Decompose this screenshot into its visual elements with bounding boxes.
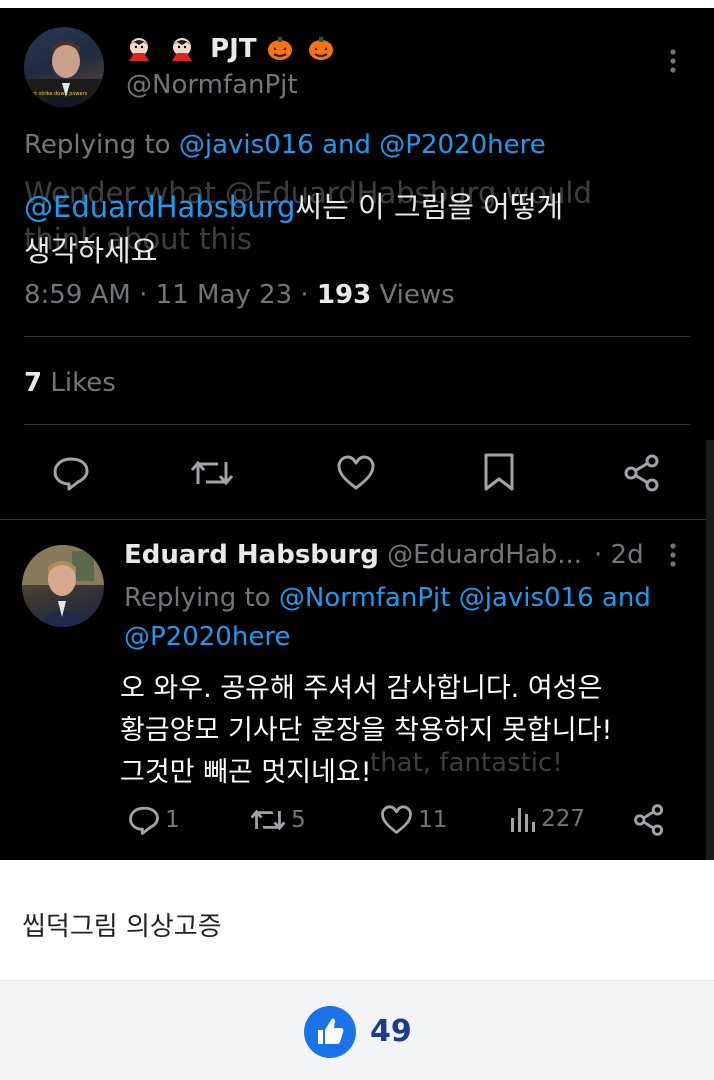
replying-to: Replying to @NormfanPjt @javis016 and <box>124 583 651 613</box>
likes-count: 7 <box>24 368 43 398</box>
reply-icon <box>129 806 159 835</box>
mention-link[interactable]: @javis016 <box>459 583 594 613</box>
divider <box>24 336 690 337</box>
reply-text-line2: 황금양모 기사단 훈장을 착용하지 못합니다! <box>120 715 613 746</box>
share-icon[interactable] <box>632 804 666 840</box>
tweet-meta: 8:59 AM · 11 May 23 · 193 Views <box>24 280 455 310</box>
retweet-count: 5 <box>291 807 306 833</box>
views-count: 227 <box>541 806 585 832</box>
tweet-text-line2: 생각하세요 <box>24 234 158 268</box>
share-icon[interactable] <box>622 454 662 496</box>
and-text: and <box>601 583 651 613</box>
mention-link[interactable]: @NormfanPjt <box>279 583 451 613</box>
retweet-icon[interactable] <box>190 454 234 496</box>
display-name-text: PJT <box>210 34 257 64</box>
vampire-emoji-icon <box>169 35 195 61</box>
tweet-text-rest: 씨는 이 그림을 어떻게 <box>295 190 564 224</box>
timestamp[interactable]: 8:59 AM · 11 May 23 · <box>24 280 317 310</box>
like-button[interactable] <box>304 1006 356 1058</box>
reply-button[interactable]: 1 <box>128 804 180 836</box>
like-count: 11 <box>418 807 448 833</box>
ghost-original-text: that, fantastic! <box>370 748 563 778</box>
views-button[interactable]: 227 <box>508 804 585 836</box>
replying-to: Replying to @javis016 and @P2020here <box>24 130 546 160</box>
reply-text-line1: 오 와우. 공유해 주셔서 감사합니다. 여성은 <box>120 673 603 704</box>
divider <box>24 424 690 425</box>
mention-link[interactable]: @P2020here <box>124 622 290 652</box>
like-button[interactable]: 11 <box>380 804 447 836</box>
top-strip <box>0 0 714 8</box>
display-name[interactable]: PJT <box>126 34 335 64</box>
pumpkin-emoji-icon <box>307 34 335 62</box>
like-icon <box>381 805 412 834</box>
like-icon[interactable] <box>336 454 376 496</box>
reply-text-line3: 그것만 빼곤 멋지네요! <box>120 757 372 788</box>
reply-icon[interactable] <box>52 454 90 496</box>
retweet-button[interactable]: 5 <box>250 804 306 836</box>
mention-link[interactable]: @javis016 <box>179 130 314 160</box>
recommend-bar <box>0 980 714 1080</box>
vampire-emoji-icon <box>126 35 152 61</box>
views-count: 193 <box>316 280 372 310</box>
retweet-icon <box>250 809 286 831</box>
replying-label: Replying to <box>24 130 171 160</box>
likes-summary[interactable]: 7 Likes <box>24 368 116 398</box>
replying-label: Replying to <box>124 583 271 613</box>
reply-count: 1 <box>165 807 180 833</box>
more-icon[interactable] <box>666 540 680 574</box>
handle[interactable]: @EduardHab... <box>387 540 582 570</box>
handle[interactable]: @NormfanPjt <box>126 70 298 100</box>
bookmark-icon[interactable] <box>482 452 516 496</box>
and-text: and <box>322 130 371 160</box>
views-label: Views <box>371 280 455 310</box>
display-name[interactable]: Eduard Habsburg <box>124 540 379 570</box>
like-count: 49 <box>370 1014 412 1049</box>
mention-link[interactable]: @EduardHabsburg <box>24 190 295 224</box>
mention-link[interactable]: @P2020here <box>379 130 545 160</box>
more-icon[interactable] <box>666 46 680 80</box>
post-caption: 씹덕그림 의상고증 <box>22 912 222 942</box>
thumbs-up-icon <box>318 1018 344 1044</box>
svg-text:nt strike down powers: nt strike down powers <box>32 91 88 97</box>
views-icon <box>511 808 535 832</box>
likes-label: Likes <box>42 368 116 398</box>
avatar[interactable] <box>22 545 104 627</box>
tweet-age[interactable]: · 2d <box>594 540 644 570</box>
scrollbar[interactable] <box>706 440 714 860</box>
pumpkin-emoji-icon <box>266 34 294 62</box>
divider <box>0 519 706 520</box>
avatar[interactable]: nt strike down powers <box>24 27 104 107</box>
tweet-text: @EduardHabsburg씨는 이 그림을 어떻게 <box>24 184 563 226</box>
tweet-screenshot: nt strike down powers PJT @NormfanPjt Re… <box>0 0 714 860</box>
tweet2-header: Eduard Habsburg @EduardHab... <box>124 540 582 570</box>
